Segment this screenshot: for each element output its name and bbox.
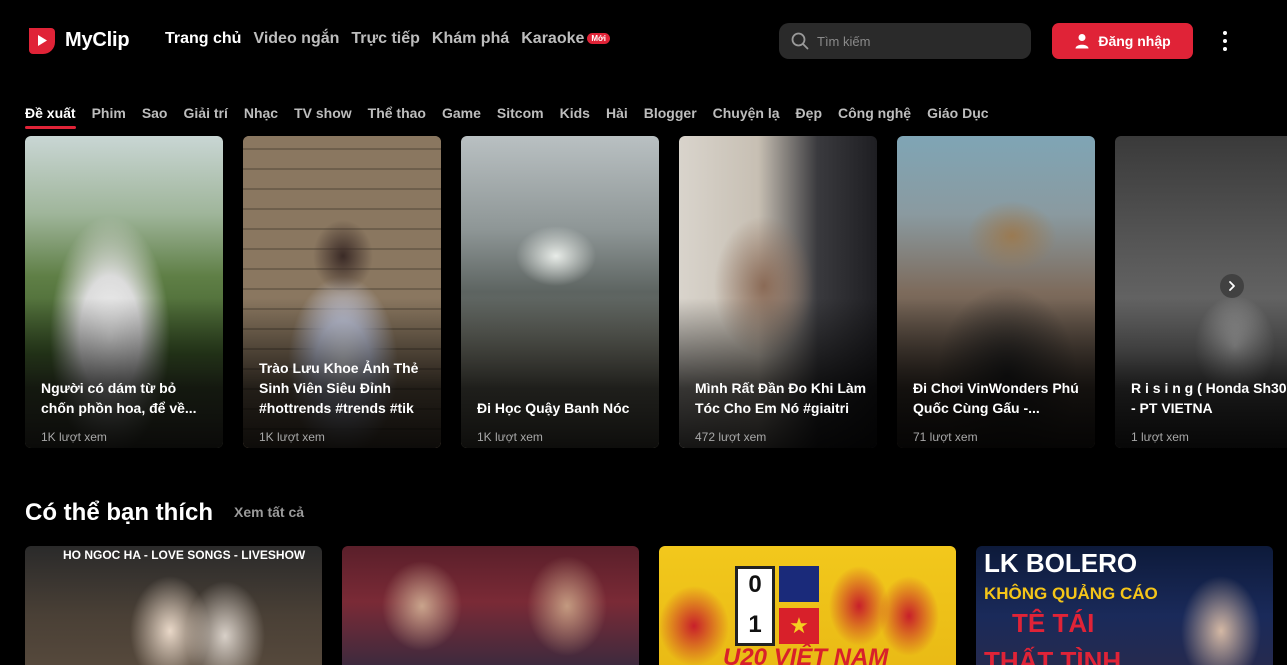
tab-de-xuat[interactable]: Đề xuất (25, 105, 76, 129)
thumbnail-caption: TÊ TÁI (1012, 608, 1095, 638)
nav-live[interactable]: Trực tiếp (351, 30, 420, 48)
short-video-title: Mình Rất Đần Đo Khi Làm Tóc Cho Em Nó #g… (695, 380, 867, 416)
view-count: 472 lượt xem (695, 430, 767, 444)
short-video-card[interactable]: Mình Rất Đần Đo Khi Làm Tóc Cho Em Nó #g… (679, 136, 877, 448)
short-video-title: Trào Lưu Khoe Ảnh Thẻ Sinh Viên Siêu Đỉn… (259, 360, 419, 416)
tab-kids[interactable]: Kids (560, 105, 590, 129)
view-count: 1K lượt xem (41, 430, 107, 444)
thumbnail-shade (461, 298, 659, 448)
category-tabs: Đề xuất Phim Sao Giải trí Nhạc TV show T… (25, 105, 989, 129)
top-nav: Trang chủ Video ngắn Trực tiếp Khám phá … (165, 30, 610, 48)
score-home: 0 (748, 571, 762, 598)
section-title: Có thể bạn thích (25, 499, 213, 526)
video-card[interactable]: HO NGOC HA - LOVE SONGS - LIVESHOW (25, 546, 322, 665)
short-video-card[interactable]: Đi Chơi VinWonders Phú Quốc Cùng Gấu -..… (897, 136, 1095, 448)
tab-sitcom[interactable]: Sitcom (497, 105, 544, 129)
thumbnail-caption: U20 VIỆT NAM (723, 644, 889, 665)
view-count: 1K lượt xem (259, 430, 325, 444)
header: MyClip Trang chủ Video ngắn Trực tiếp Kh… (0, 0, 1287, 82)
tab-phim[interactable]: Phim (92, 105, 126, 129)
short-video-card[interactable]: Người có dám từ bỏ chốn phồn hoa, để về.… (25, 136, 223, 448)
flag-vietnam: ★ (779, 608, 819, 644)
thumbnail-caption: LK BOLERO (984, 548, 1138, 578)
tab-nhac[interactable]: Nhạc (244, 105, 278, 129)
logo[interactable]: MyClip (25, 24, 130, 56)
tab-giao-duc[interactable]: Giáo Dục (927, 105, 988, 129)
login-label: Đăng nhập (1098, 33, 1171, 49)
flag-australia (779, 566, 819, 602)
nav-explore[interactable]: Khám phá (432, 30, 509, 48)
short-video-title: Đi Học Quậy Banh Nóc (477, 400, 630, 416)
score-away: 1 (748, 611, 762, 638)
logo-icon (25, 24, 57, 56)
thumbnail-caption: HO NGOC HA - LOVE SONGS - LIVESHOW (63, 548, 306, 562)
tab-game[interactable]: Game (442, 105, 481, 129)
brand-name: MyClip (65, 28, 130, 51)
nav-karaoke[interactable]: Karaoke Mới (521, 30, 610, 48)
tab-blogger[interactable]: Blogger (644, 105, 697, 129)
thumbnail-shade (1115, 298, 1287, 448)
chevron-right-icon[interactable] (1220, 274, 1244, 298)
tab-giai-tri[interactable]: Giải trí (184, 105, 228, 129)
score-box: 0 1 (735, 566, 775, 646)
video-thumbnail (25, 546, 322, 665)
video-thumbnail (342, 546, 639, 665)
thumbnail-shade (679, 298, 877, 448)
more-vertical-icon[interactable] (1216, 31, 1234, 51)
short-video-title: R i s i n g ( Honda Sh300i) - PT VIETNA (1131, 380, 1287, 416)
tab-hai[interactable]: Hài (606, 105, 628, 129)
search-box[interactable] (779, 23, 1031, 59)
tab-cong-nghe[interactable]: Công nghệ (838, 105, 911, 129)
tab-chuyen-la[interactable]: Chuyện lạ (713, 105, 780, 129)
tab-the-thao[interactable]: Thể thao (368, 105, 426, 129)
thumbnail-shade (25, 298, 223, 448)
view-count: 71 lượt xem (913, 430, 978, 444)
user-icon (1075, 34, 1089, 49)
thumbnail-caption: THẤT TÌNH (984, 646, 1122, 665)
video-card[interactable] (342, 546, 639, 665)
tab-sao[interactable]: Sao (142, 105, 168, 129)
nav-home[interactable]: Trang chủ (165, 30, 241, 48)
video-card[interactable]: 0 1 ★ U20 VIỆT NAM (659, 546, 956, 665)
short-video-card[interactable]: Đi Học Quậy Banh Nóc 1K lượt xem (461, 136, 659, 448)
view-count: 1K lượt xem (477, 430, 543, 444)
new-badge: Mới (587, 33, 610, 44)
short-video-card[interactable]: Trào Lưu Khoe Ảnh Thẻ Sinh Viên Siêu Đỉn… (243, 136, 441, 448)
nav-karaoke-label: Karaoke (521, 30, 585, 47)
short-videos-row: Người có dám từ bỏ chốn phồn hoa, để về.… (25, 136, 1287, 448)
see-all-link[interactable]: Xem tất cả (234, 504, 304, 520)
login-button[interactable]: Đăng nhập (1052, 23, 1193, 59)
video-card[interactable]: LK BOLERO KHÔNG QUẢNG CÁO TÊ TÁI THẤT TÌ… (976, 546, 1273, 665)
nav-short-videos[interactable]: Video ngắn (253, 30, 339, 48)
tab-dep[interactable]: Đẹp (796, 105, 822, 129)
search-input[interactable] (817, 33, 1017, 49)
video-row: HO NGOC HA - LOVE SONGS - LIVESHOW 0 1 ★… (25, 546, 1287, 665)
thumbnail-caption: KHÔNG QUẢNG CÁO (984, 584, 1158, 603)
thumbnail-shade (897, 298, 1095, 448)
search-icon (791, 32, 809, 50)
short-video-title: Người có dám từ bỏ chốn phồn hoa, để về.… (41, 380, 197, 416)
players-left (659, 586, 729, 665)
short-video-card[interactable]: R i s i n g ( Honda Sh300i) - PT VIETNA … (1115, 136, 1287, 448)
view-count: 1 lượt xem (1131, 430, 1189, 444)
tab-tv-show[interactable]: TV show (294, 105, 352, 129)
short-video-title: Đi Chơi VinWonders Phú Quốc Cùng Gấu -..… (913, 380, 1079, 416)
